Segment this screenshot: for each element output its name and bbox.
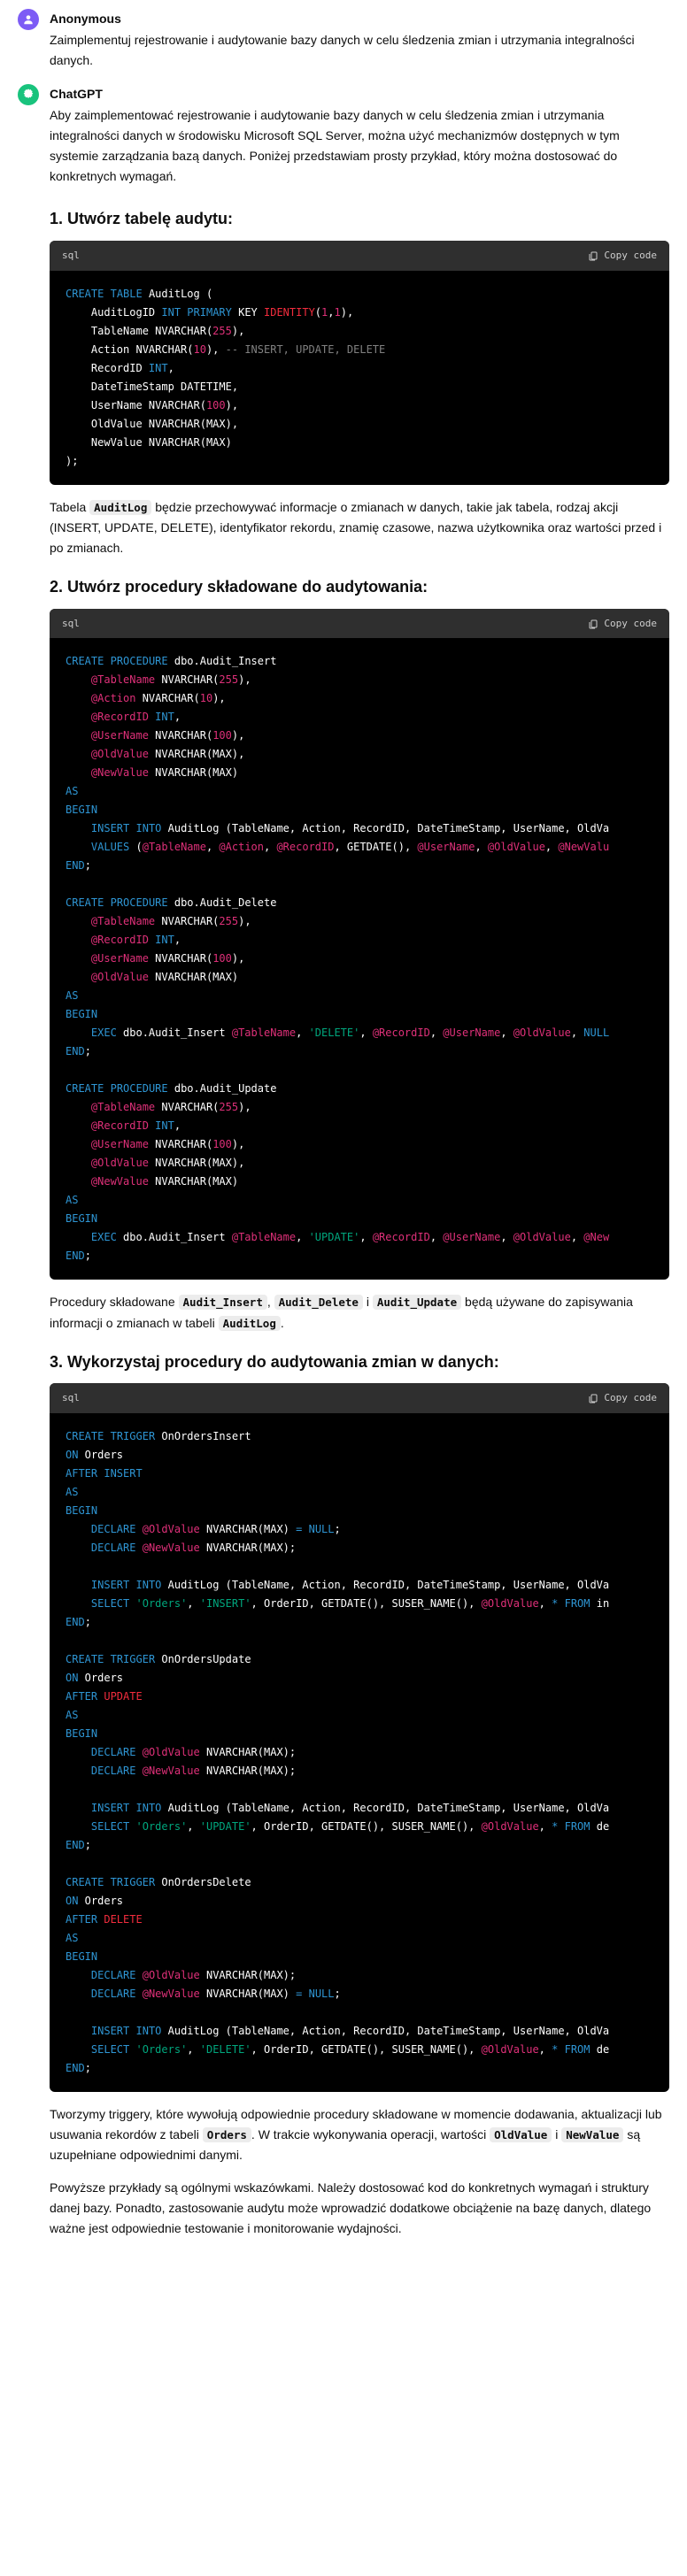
gpt-author: ChatGPT — [50, 84, 669, 104]
clipboard-icon — [588, 1393, 598, 1403]
heading-1: 1. Utwórz tabelę audytu: — [50, 206, 669, 232]
inline-code: Audit_Insert — [179, 1295, 267, 1310]
code-block-2: sql Copy code CREATE PROCEDURE dbo.Audit… — [50, 609, 669, 1280]
code-content-2: CREATE PROCEDURE dbo.Audit_Insert @Table… — [50, 638, 669, 1280]
copy-code-button[interactable]: Copy code — [588, 248, 657, 264]
clipboard-icon — [588, 250, 598, 261]
paragraph-3: Tworzymy triggery, które wywołują odpowi… — [50, 2104, 669, 2165]
paragraph-1: Tabela AuditLog będzie przechowywać info… — [50, 497, 669, 558]
code-lang: sql — [62, 616, 80, 632]
clipboard-icon — [588, 619, 598, 629]
code-lang: sql — [62, 1390, 80, 1406]
copy-code-label: Copy code — [604, 616, 657, 632]
copy-code-button[interactable]: Copy code — [588, 616, 657, 632]
paragraph-2: Procedury składowane Audit_Insert, Audit… — [50, 1292, 669, 1333]
user-text: Zaimplementuj rejestrowanie i audytowani… — [50, 30, 669, 71]
heading-2: 2. Utwórz procedury składowane do audyto… — [50, 574, 669, 600]
copy-code-button[interactable]: Copy code — [588, 1390, 657, 1406]
user-avatar — [18, 9, 39, 30]
copy-code-label: Copy code — [604, 248, 657, 264]
inline-code: AuditLog — [89, 500, 151, 515]
code-content-3: CREATE TRIGGER OnOrdersInsert ON Orders … — [50, 1413, 669, 2092]
code-block-3: sql Copy code CREATE TRIGGER OnOrdersIns… — [50, 1383, 669, 2092]
code-block-1: sql Copy code CREATE TABLE AuditLog ( Au… — [50, 241, 669, 485]
user-author: Anonymous — [50, 9, 669, 28]
code-content-1: CREATE TABLE AuditLog ( AuditLogID INT P… — [50, 271, 669, 485]
user-message: Anonymous Zaimplementuj rejestrowanie i … — [0, 0, 687, 75]
inline-code: Audit_Update — [373, 1295, 461, 1310]
inline-code: Orders — [203, 2127, 251, 2142]
heading-3: 3. Wykorzystaj procedury do audytowania … — [50, 1350, 669, 1375]
inline-code: NewValue — [561, 2127, 623, 2142]
inline-code: OldValue — [490, 2127, 552, 2142]
gpt-avatar — [18, 84, 39, 105]
copy-code-label: Copy code — [604, 1390, 657, 1406]
inline-code: Audit_Delete — [274, 1295, 363, 1310]
inline-code: AuditLog — [219, 1316, 281, 1331]
gpt-intro: Aby zaimplementować rejestrowanie i audy… — [50, 105, 669, 187]
paragraph-4: Powyższe przykłady są ogólnymi wskazówka… — [50, 2178, 669, 2239]
gpt-message: ChatGPT Aby zaimplementować rejestrowani… — [0, 75, 687, 191]
code-lang: sql — [62, 248, 80, 264]
